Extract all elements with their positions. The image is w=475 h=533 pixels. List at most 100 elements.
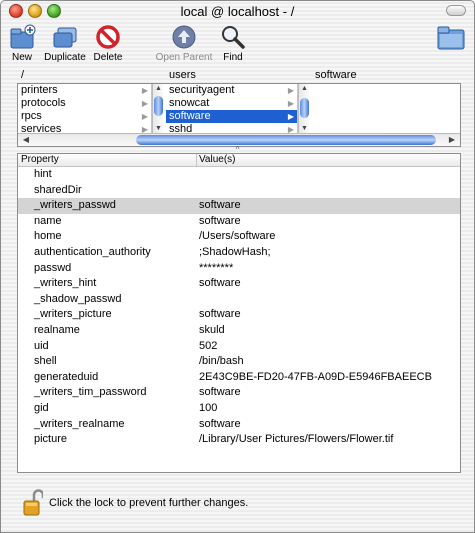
open-parent-button[interactable]: Open Parent (155, 24, 213, 63)
list-item[interactable]: snowcat ▶ (166, 97, 297, 110)
list-item-label: securityagent (169, 84, 235, 96)
property-name: picture (34, 433, 68, 446)
property-value[interactable]: ******** (199, 261, 233, 277)
delete-button[interactable]: Delete (93, 24, 123, 63)
table-row[interactable]: passwd ******** (18, 261, 460, 277)
property-value[interactable]: /Library/User Pictures/Flowers/Flower.ti… (199, 432, 393, 448)
find-label: Find (223, 52, 243, 63)
table-row[interactable]: _writers_picture software (18, 307, 460, 323)
new-button[interactable]: New (9, 24, 36, 63)
property-value[interactable]: 100 (199, 401, 217, 417)
property-value[interactable]: 2E43C9BE-FD20-47FB-A09D-E5946FBAEECB (199, 370, 432, 386)
table-row[interactable]: _writers_passwd software (18, 198, 460, 214)
folder-icon (437, 26, 465, 50)
table-row[interactable]: realname skuld (18, 323, 460, 339)
chevron-right-icon: ▶ (287, 112, 294, 121)
browser-column-root-scrollbar[interactable]: ▲ ▼ (152, 84, 163, 134)
scroll-thumb[interactable] (154, 96, 163, 116)
find-button[interactable]: Find (219, 24, 247, 63)
table-body: hint sharedDir _writers_passwd software name… (18, 167, 460, 448)
list-item-label: printers (21, 84, 58, 96)
table-row[interactable]: shell/bin/bash (18, 354, 460, 370)
property-value[interactable]: skuld (199, 323, 225, 339)
list-item-selected[interactable]: software ▶ (166, 110, 297, 123)
property-value[interactable]: software (199, 307, 241, 323)
toolbar-toggle-button[interactable] (446, 5, 466, 16)
scroll-up-icon[interactable]: ▲ (299, 84, 310, 94)
list-item-label: rpcs (21, 110, 42, 122)
duplicate-button[interactable]: Duplicate (43, 24, 87, 63)
new-label: New (11, 52, 32, 63)
property-value[interactable]: /bin/bash (199, 354, 244, 370)
list-item[interactable]: securityagent ▶ (166, 84, 297, 97)
list-item[interactable]: printers ▶ (18, 84, 151, 97)
table-row[interactable]: home/Users/software (18, 229, 460, 245)
lock-icon[interactable] (23, 489, 43, 517)
browser-column-headers: / users software (17, 69, 461, 83)
find-icon (222, 26, 245, 49)
browser-horizontal-scrollbar[interactable]: ◀ ▶ (18, 133, 460, 146)
close-button[interactable] (9, 4, 23, 18)
directory-browser: printers ▶ protocols ▶ rpcs ▶ services ▶ ▲ ▼… (17, 83, 461, 147)
title-bar: local @ localhost - / (1, 1, 474, 22)
browser-column-users: securityagent ▶ snowcat ▶ software ▶ sshd ▶ (166, 84, 298, 134)
property-name: gid (34, 401, 49, 414)
minimize-button[interactable] (28, 4, 42, 18)
open-parent-label: Open Parent (155, 52, 213, 63)
property-table: Property Value(s) hint sharedDir _writers_… (17, 153, 461, 473)
column-divider[interactable] (196, 154, 197, 167)
toolbar: New Duplicate Delete Open Parent Find (1, 22, 474, 66)
table-row[interactable]: _writers_tim_password software (18, 385, 460, 401)
table-row[interactable]: _writers_hint software (18, 276, 460, 292)
table-row[interactable]: name software (18, 214, 460, 230)
window-title: local @ localhost - / (180, 4, 295, 19)
property-value[interactable]: 502 (199, 339, 217, 355)
property-name: _writers_tim_password (34, 386, 147, 399)
table-row[interactable]: _shadow_passwd (18, 292, 460, 308)
property-value[interactable]: software (199, 385, 241, 401)
property-value[interactable]: /Users/software (199, 229, 275, 245)
delete-label: Delete (93, 52, 123, 63)
zoom-button[interactable] (47, 4, 61, 18)
property-value[interactable]: software (199, 417, 241, 433)
list-item-label: software (169, 110, 211, 122)
column-header-root: / (21, 69, 25, 81)
property-column-header[interactable]: Property (21, 154, 59, 166)
property-name: passwd (34, 261, 72, 274)
open-parent-icon (172, 25, 196, 49)
table-row[interactable]: _writers_realname software (18, 417, 460, 433)
table-row[interactable]: gid 100 (18, 401, 460, 417)
duplicate-icon (53, 27, 77, 48)
property-name: _writers_passwd (34, 199, 116, 212)
property-name: _writers_hint (34, 277, 97, 290)
scroll-up-icon[interactable]: ▲ (153, 84, 164, 94)
property-name: generateduid (34, 370, 99, 383)
property-name: shell (34, 355, 57, 368)
scroll-left-icon[interactable]: ◀ (20, 134, 32, 146)
values-column-header[interactable]: Value(s) (199, 154, 236, 166)
delete-icon (96, 25, 120, 49)
sidebar-folder-button[interactable] (436, 24, 466, 55)
list-item[interactable]: rpcs ▶ (18, 110, 151, 123)
property-name: _writers_picture (34, 308, 112, 321)
property-value[interactable]: software (199, 276, 241, 292)
scroll-thumb[interactable] (136, 135, 436, 145)
list-item-label: protocols (21, 97, 66, 109)
table-row[interactable]: sharedDir (18, 183, 460, 199)
list-item[interactable]: protocols ▶ (18, 97, 151, 110)
table-row[interactable]: picture/Library/User Pictures/Flowers/Fl… (18, 432, 460, 448)
table-row[interactable]: uid 502 (18, 339, 460, 355)
list-item-label: snowcat (169, 97, 210, 109)
property-value[interactable]: ;ShadowHash; (199, 245, 271, 261)
table-row[interactable]: generateduid 2E43C9BE-FD20-47FB-A09D-E594… (18, 370, 460, 386)
property-name: hint (34, 168, 52, 180)
property-value[interactable]: software (199, 214, 241, 230)
table-row[interactable]: hint (18, 167, 460, 183)
browser-column-users-scrollbar[interactable]: ▲ ▼ (298, 84, 309, 134)
new-icon (10, 24, 36, 49)
scroll-right-icon[interactable]: ▶ (446, 134, 458, 146)
property-name: uid (34, 339, 49, 352)
property-value[interactable]: software (199, 198, 241, 214)
table-row[interactable]: authentication_authority ;ShadowHash; (18, 245, 460, 261)
scroll-thumb[interactable] (300, 98, 309, 118)
